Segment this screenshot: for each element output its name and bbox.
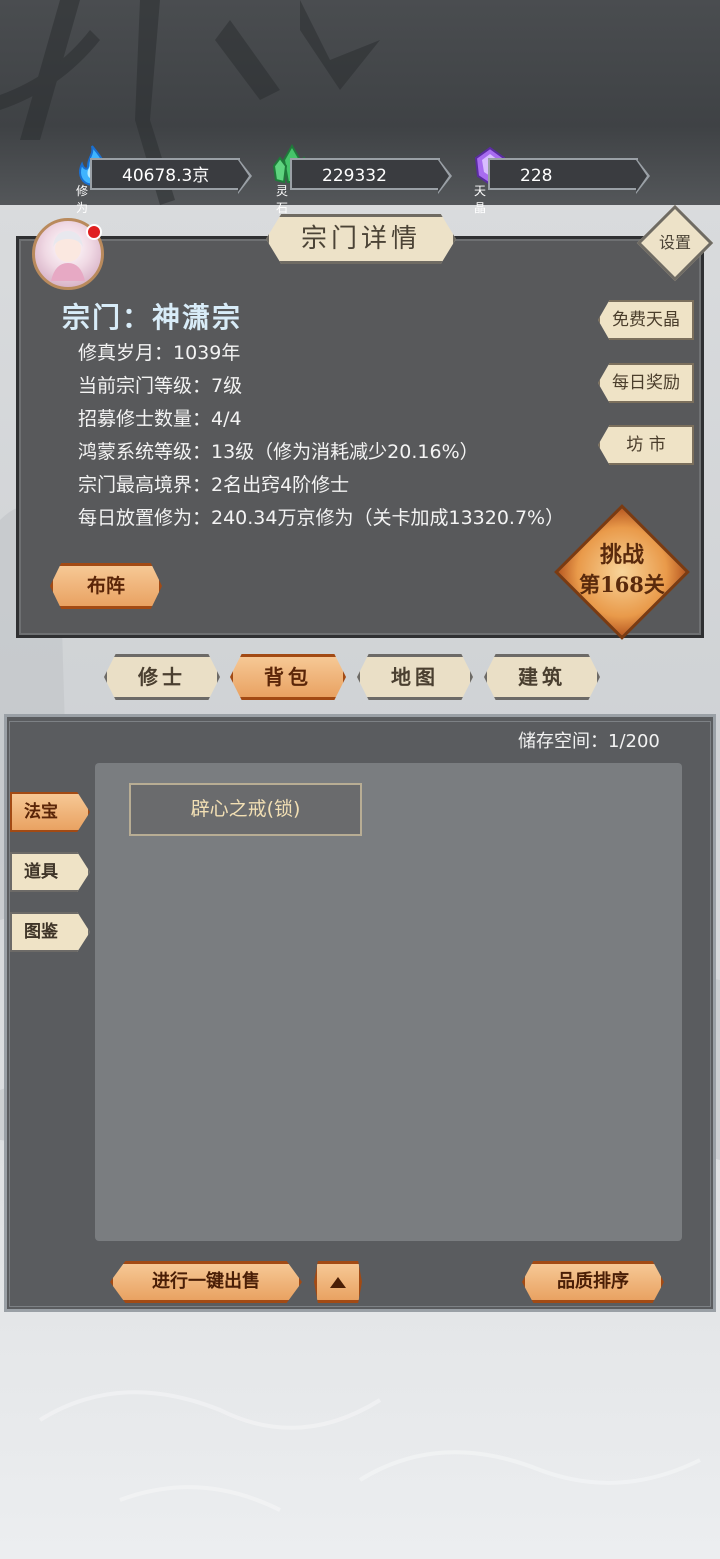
tab-map[interactable]: 地图 [357, 654, 473, 700]
info-cultivation-years: 修真岁月：1039年 [78, 342, 241, 364]
cultivation-label: 修为 [76, 184, 89, 215]
sell-all-button[interactable]: 进行一键出售 [110, 1261, 302, 1303]
formation-button[interactable]: 布阵 [50, 563, 162, 609]
notification-dot [86, 224, 102, 240]
tab-buildings[interactable]: 建筑 [484, 654, 600, 700]
category-codex[interactable]: 图鉴 [10, 912, 90, 952]
spirit-stone-label: 灵石 [276, 184, 289, 215]
challenge-line1: 挑战 [599, 542, 644, 568]
free-crystal-button[interactable]: 免费天晶 [598, 300, 694, 340]
cultivation-value: 40678.3京 [90, 158, 240, 190]
category-treasure[interactable]: 法宝 [10, 792, 90, 832]
expand-button[interactable] [314, 1261, 362, 1303]
spirit-stone-value: 229332 [290, 158, 440, 190]
item-slot[interactable]: 辟心之戒(锁) [129, 783, 362, 836]
tab-backpack[interactable]: 背包 [230, 654, 346, 700]
info-hongmeng-level: 鸿蒙系统等级：13级（修为消耗减少20.16%） [78, 441, 479, 463]
info-highest-realm: 宗门最高境界：2名出窍4阶修士 [78, 474, 350, 496]
tab-cultivators[interactable]: 修士 [104, 654, 220, 700]
panel-title: 宗门详情 [266, 214, 456, 264]
settings-label[interactable]: 设置 [648, 216, 702, 270]
storage-capacity: 储存空间：1/200 [518, 731, 660, 752]
daily-reward-button[interactable]: 每日奖励 [598, 363, 694, 403]
info-daily-idle: 每日放置修为：240.34万京修为（关卡加成13320.7%） [78, 507, 565, 529]
sky-crystal-label: 天晶 [474, 184, 487, 215]
category-props[interactable]: 道具 [10, 852, 90, 892]
quality-sort-button[interactable]: 品质排序 [522, 1261, 664, 1303]
info-recruit-count: 招募修士数量：4/4 [78, 408, 242, 430]
challenge-label[interactable]: 挑战 第168关 [570, 540, 674, 600]
chevron-up-icon [330, 1277, 346, 1288]
info-sect-level: 当前宗门等级：7级 [78, 375, 243, 397]
market-button[interactable]: 坊 市 [598, 425, 694, 465]
sect-name: 宗门：神潇宗 [62, 301, 243, 334]
sky-crystal-value: 228 [488, 158, 638, 190]
challenge-line2: 第168关 [579, 572, 665, 597]
